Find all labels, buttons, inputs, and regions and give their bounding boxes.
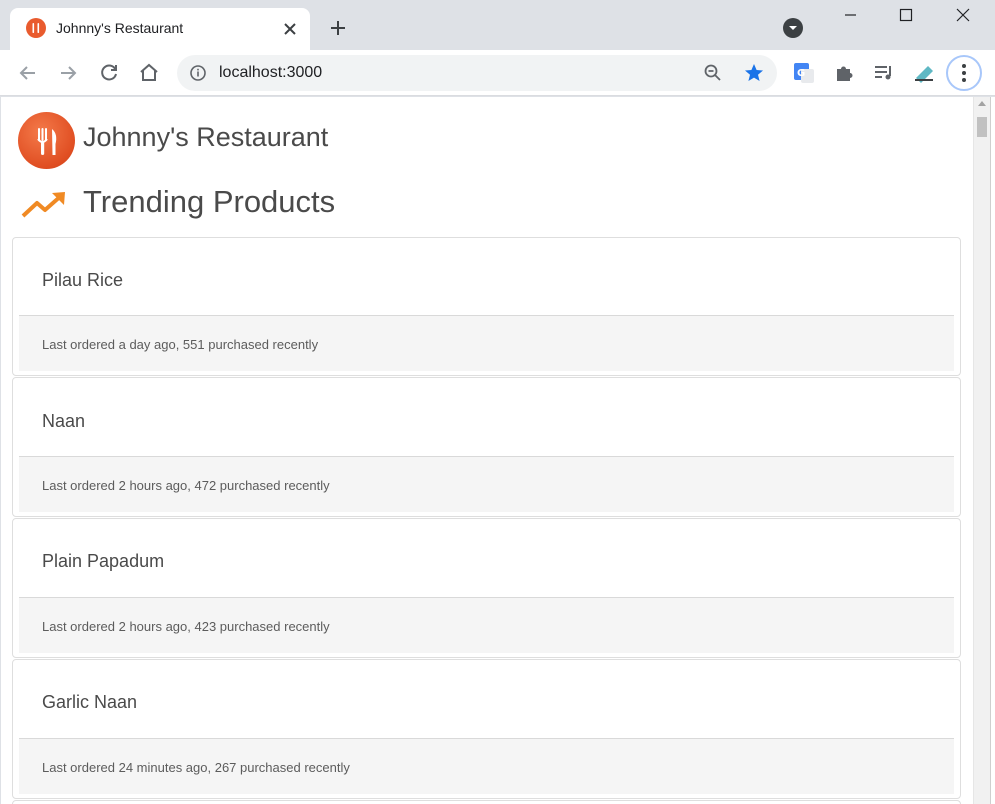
reload-icon[interactable] xyxy=(97,61,121,85)
product-name: Plain Papadum xyxy=(42,551,165,571)
reading-list-icon[interactable] xyxy=(872,61,896,85)
site-info-icon[interactable] xyxy=(189,64,207,82)
zoom-out-icon[interactable] xyxy=(703,63,723,83)
google-translate-icon[interactable]: G xyxy=(792,61,816,85)
section-title: Trending Products xyxy=(83,184,336,219)
product-card[interactable]: Pilau Rice Last ordered a day ago, 551 p… xyxy=(12,237,961,376)
bookmark-star-icon[interactable] xyxy=(743,62,765,84)
back-arrow-icon[interactable] xyxy=(16,61,40,85)
url-text[interactable]: localhost:3000 xyxy=(219,64,322,82)
product-card[interactable]: Naan Last ordered 2 hours ago, 472 purch… xyxy=(12,377,961,517)
tab-strip: Johnny's Restaurant xyxy=(0,0,995,50)
product-footer: Last ordered a day ago, 551 purchased re… xyxy=(19,315,954,371)
product-card[interactable] xyxy=(12,800,961,804)
product-order-info: Last ordered 2 hours ago, 472 purchased … xyxy=(42,478,330,493)
browser-menu-button[interactable] xyxy=(946,55,982,91)
product-footer: Last ordered 24 minutes ago, 267 purchas… xyxy=(19,738,954,794)
home-icon[interactable] xyxy=(137,61,161,85)
product-name: Garlic Naan xyxy=(42,692,138,712)
forward-arrow-icon[interactable] xyxy=(56,61,80,85)
svg-text:G: G xyxy=(797,68,805,79)
product-order-info: Last ordered a day ago, 551 purchased re… xyxy=(42,337,319,352)
product-order-info: Last ordered 24 minutes ago, 267 purchas… xyxy=(42,760,350,775)
trending-up-icon xyxy=(20,189,68,221)
product-card[interactable]: Plain Papadum Last ordered 2 hours ago, … xyxy=(12,518,961,658)
page-viewport: Johnny's Restaurant Trending Products Pi… xyxy=(1,97,973,804)
tab-search-icon[interactable] xyxy=(783,18,803,38)
product-card[interactable]: Garlic Naan Last ordered 24 minutes ago,… xyxy=(12,659,961,799)
page-scrollbar[interactable] xyxy=(973,97,990,804)
device-extension-icon[interactable] xyxy=(912,61,936,85)
restaurant-favicon-icon xyxy=(26,18,46,38)
close-tab-icon[interactable] xyxy=(280,19,300,39)
browser-toolbar: localhost:3000 G xyxy=(0,50,995,96)
product-order-info: Last ordered 2 hours ago, 423 purchased … xyxy=(42,619,330,634)
restaurant-logo-icon xyxy=(18,112,75,169)
extensions-puzzle-icon[interactable] xyxy=(833,61,857,85)
product-name: Pilau Rice xyxy=(42,270,124,290)
product-footer: Last ordered 2 hours ago, 423 purchased … xyxy=(19,597,954,653)
brand-name: Johnny's Restaurant xyxy=(83,122,329,152)
scroll-up-arrow-icon[interactable] xyxy=(978,101,986,106)
scrollbar-thumb[interactable] xyxy=(977,117,987,137)
product-footer: Last ordered 2 hours ago, 472 purchased … xyxy=(19,456,954,512)
window-close-icon[interactable] xyxy=(935,0,991,34)
address-bar[interactable]: localhost:3000 xyxy=(177,55,777,91)
tab-title: Johnny's Restaurant xyxy=(56,20,184,36)
new-tab-icon[interactable] xyxy=(326,16,350,40)
browser-tab[interactable]: Johnny's Restaurant xyxy=(10,8,310,50)
maximize-icon[interactable] xyxy=(878,0,934,34)
product-name: Naan xyxy=(42,411,86,431)
minimize-icon[interactable] xyxy=(823,0,879,34)
window-frame xyxy=(990,97,995,804)
